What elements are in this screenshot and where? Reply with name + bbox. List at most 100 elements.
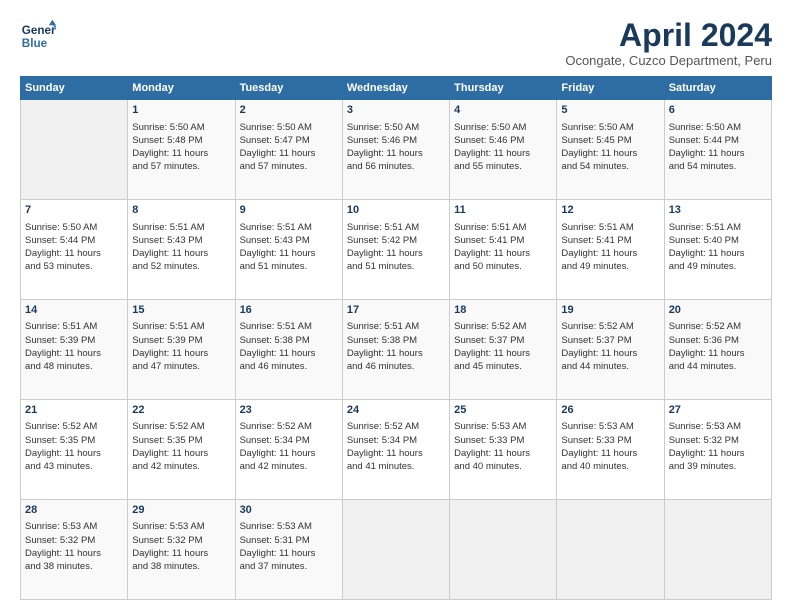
day-number: 10 bbox=[347, 203, 445, 218]
day-info: Daylight: 11 hours bbox=[454, 247, 552, 260]
day-info: Sunset: 5:38 PM bbox=[347, 334, 445, 347]
day-number: 1 bbox=[132, 103, 230, 118]
day-info: Daylight: 11 hours bbox=[132, 447, 230, 460]
day-info: Sunset: 5:32 PM bbox=[25, 534, 123, 547]
day-number: 24 bbox=[347, 403, 445, 418]
day-cell: 20Sunrise: 5:52 AMSunset: 5:36 PMDayligh… bbox=[664, 300, 771, 400]
day-number: 6 bbox=[669, 103, 767, 118]
day-number: 9 bbox=[240, 203, 338, 218]
day-cell: 29Sunrise: 5:53 AMSunset: 5:32 PMDayligh… bbox=[128, 500, 235, 600]
day-cell: 24Sunrise: 5:52 AMSunset: 5:34 PMDayligh… bbox=[342, 400, 449, 500]
day-info: and 57 minutes. bbox=[240, 160, 338, 173]
day-cell bbox=[557, 500, 664, 600]
day-info: and 46 minutes. bbox=[240, 360, 338, 373]
day-info: and 40 minutes. bbox=[454, 460, 552, 473]
day-cell bbox=[21, 100, 128, 200]
day-cell: 11 Sunrise: 5:51 AMSunset: 5:41 PMDayligh… bbox=[450, 200, 557, 300]
day-info: Sunset: 5:44 PM bbox=[25, 234, 123, 247]
day-number: 15 bbox=[132, 303, 230, 318]
day-number: 2 bbox=[240, 103, 338, 118]
day-info: Daylight: 11 hours bbox=[347, 247, 445, 260]
day-header-monday: Monday bbox=[128, 77, 235, 100]
day-info: Sunset: 5:39 PM bbox=[25, 334, 123, 347]
day-number: 13 bbox=[669, 203, 767, 218]
day-info: Daylight: 11 hours bbox=[240, 347, 338, 360]
header: General Blue April 2024 Ocongate, Cuzco … bbox=[20, 18, 772, 68]
day-info: and 50 minutes. bbox=[454, 260, 552, 273]
day-info: Sunset: 5:42 PM bbox=[347, 234, 445, 247]
week-row-5: 28Sunrise: 5:53 AMSunset: 5:32 PMDayligh… bbox=[21, 500, 772, 600]
day-info: Daylight: 11 hours bbox=[347, 147, 445, 160]
day-info: Sunrise: 5:50 AM bbox=[240, 121, 338, 134]
day-number: 11 bbox=[454, 203, 552, 218]
day-cell: 25Sunrise: 5:53 AMSunset: 5:33 PMDayligh… bbox=[450, 400, 557, 500]
day-info: Daylight: 11 hours bbox=[454, 347, 552, 360]
day-info: Sunrise: 5:50 AM bbox=[132, 121, 230, 134]
title-block: April 2024 Ocongate, Cuzco Department, P… bbox=[565, 18, 772, 68]
day-info: Sunset: 5:39 PM bbox=[132, 334, 230, 347]
day-cell: 21Sunrise: 5:52 AMSunset: 5:35 PMDayligh… bbox=[21, 400, 128, 500]
day-info: Sunrise: 5:53 AM bbox=[25, 520, 123, 533]
day-info: and 49 minutes. bbox=[561, 260, 659, 273]
day-info: Sunset: 5:34 PM bbox=[240, 434, 338, 447]
day-info: Daylight: 11 hours bbox=[561, 447, 659, 460]
day-number: 30 bbox=[240, 503, 338, 518]
day-info: Sunset: 5:32 PM bbox=[669, 434, 767, 447]
day-number: 22 bbox=[132, 403, 230, 418]
day-info: Sunset: 5:46 PM bbox=[347, 134, 445, 147]
day-info: and 49 minutes. bbox=[669, 260, 767, 273]
day-info: Sunrise: 5:51 AM bbox=[132, 221, 230, 234]
day-cell: 1Sunrise: 5:50 AMSunset: 5:48 PMDaylight… bbox=[128, 100, 235, 200]
day-cell: 17Sunrise: 5:51 AMSunset: 5:38 PMDayligh… bbox=[342, 300, 449, 400]
day-info: Sunset: 5:35 PM bbox=[25, 434, 123, 447]
day-info: Sunrise: 5:51 AM bbox=[347, 320, 445, 333]
day-header-saturday: Saturday bbox=[664, 77, 771, 100]
day-info: Sunrise: 5:52 AM bbox=[240, 420, 338, 433]
day-cell bbox=[342, 500, 449, 600]
day-info: Daylight: 11 hours bbox=[132, 147, 230, 160]
day-info: and 42 minutes. bbox=[240, 460, 338, 473]
day-info: Sunrise: 5:51 AM bbox=[669, 221, 767, 234]
day-info: Sunset: 5:34 PM bbox=[347, 434, 445, 447]
day-cell: 28 Sunrise: 5:53 AMSunset: 5:32 PMDayligh… bbox=[21, 500, 128, 600]
day-header-sunday: Sunday bbox=[21, 77, 128, 100]
day-info: and 39 minutes. bbox=[669, 460, 767, 473]
day-info: Daylight: 11 hours bbox=[25, 547, 123, 560]
day-info: Sunrise: 5:51 AM bbox=[561, 221, 659, 234]
day-info: Sunrise: 5:51 AM bbox=[347, 221, 445, 234]
day-info: and 38 minutes. bbox=[25, 560, 123, 573]
day-info: Daylight: 11 hours bbox=[561, 247, 659, 260]
day-info: Sunset: 5:33 PM bbox=[561, 434, 659, 447]
day-info: Sunrise: 5:53 AM bbox=[240, 520, 338, 533]
week-row-4: 21Sunrise: 5:52 AMSunset: 5:35 PMDayligh… bbox=[21, 400, 772, 500]
day-info: and 54 minutes. bbox=[669, 160, 767, 173]
day-cell: 13Sunrise: 5:51 AMSunset: 5:40 PMDayligh… bbox=[664, 200, 771, 300]
day-number: 20 bbox=[669, 303, 767, 318]
day-info: Sunset: 5:32 PM bbox=[132, 534, 230, 547]
day-info: Sunset: 5:33 PM bbox=[454, 434, 552, 447]
day-cell: 9Sunrise: 5:51 AMSunset: 5:43 PMDaylight… bbox=[235, 200, 342, 300]
day-info: Sunrise: 5:51 AM bbox=[454, 221, 552, 234]
day-info: Daylight: 11 hours bbox=[25, 347, 123, 360]
day-info: Sunset: 5:41 PM bbox=[561, 234, 659, 247]
day-info: Daylight: 11 hours bbox=[132, 347, 230, 360]
day-info: and 43 minutes. bbox=[25, 460, 123, 473]
day-info: Sunset: 5:43 PM bbox=[132, 234, 230, 247]
day-info: Sunrise: 5:53 AM bbox=[132, 520, 230, 533]
day-info: Sunrise: 5:53 AM bbox=[454, 420, 552, 433]
day-info: Daylight: 11 hours bbox=[561, 347, 659, 360]
day-info: Daylight: 11 hours bbox=[347, 347, 445, 360]
day-info: and 56 minutes. bbox=[347, 160, 445, 173]
day-info: and 44 minutes. bbox=[561, 360, 659, 373]
day-info: Daylight: 11 hours bbox=[240, 547, 338, 560]
day-info: Daylight: 11 hours bbox=[669, 347, 767, 360]
day-info: and 47 minutes. bbox=[132, 360, 230, 373]
day-cell: 30Sunrise: 5:53 AMSunset: 5:31 PMDayligh… bbox=[235, 500, 342, 600]
day-cell: 7Sunrise: 5:50 AMSunset: 5:44 PMDaylight… bbox=[21, 200, 128, 300]
day-info: Sunset: 5:36 PM bbox=[669, 334, 767, 347]
day-number: 28 bbox=[25, 503, 123, 518]
day-number: 8 bbox=[132, 203, 230, 218]
day-number: 5 bbox=[561, 103, 659, 118]
day-info: and 53 minutes. bbox=[25, 260, 123, 273]
day-info: Sunset: 5:41 PM bbox=[454, 234, 552, 247]
